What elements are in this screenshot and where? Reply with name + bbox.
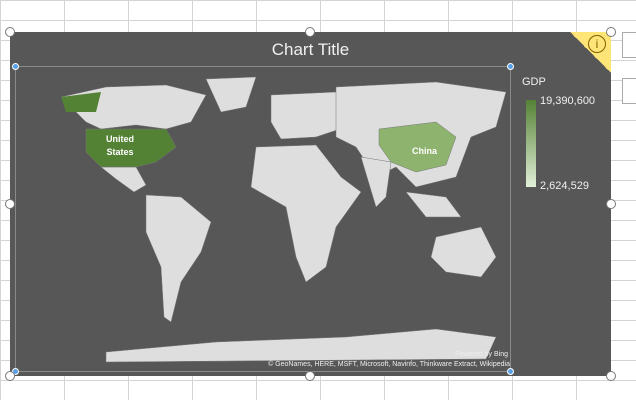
plot-handle[interactable] [12,63,19,70]
chart-title[interactable]: Chart Title [10,40,611,60]
region-greenland [205,76,257,113]
region-mexico [100,166,147,193]
resize-handle[interactable] [305,27,315,37]
resize-handle[interactable] [5,27,15,37]
region-africa [250,144,362,283]
world-map [60,76,507,363]
resize-handle[interactable] [606,371,616,381]
legend-max: 19,390,600 [540,95,596,107]
data-label-china: China [412,146,438,156]
resize-handle[interactable] [606,199,616,209]
region-alaska [61,92,101,112]
legend-color-scale [526,100,536,187]
region-se-asia [405,191,462,218]
powered-by-bing: Powered by Bing [455,351,508,358]
resize-handle[interactable] [5,371,15,381]
map-credits: © GeoNames, HERE, MSFT, Microsoft, Navin… [268,361,510,368]
legend-min: 2,624,529 [540,180,589,192]
plot-area[interactable]: United States China [12,63,514,375]
region-south-america [145,194,212,323]
region-australia [430,226,497,278]
chart-elements-button[interactable] [622,32,636,58]
info-icon[interactable]: i [588,35,606,53]
resize-handle[interactable] [606,27,616,37]
map-chart[interactable]: Chart Title United States China Powered … [5,27,616,381]
region-india [360,156,392,208]
legend-title: GDP [522,76,546,88]
region-europe [270,91,347,140]
region-antarctica [105,328,497,363]
chart-styles-button[interactable] [622,78,636,104]
info-badge[interactable]: i [570,32,611,73]
resize-handle[interactable] [5,199,15,209]
resize-handle[interactable] [305,371,315,381]
data-label-united-states: United States [106,134,134,157]
plot-handle[interactable] [507,368,514,375]
plot-handle[interactable] [507,63,514,70]
